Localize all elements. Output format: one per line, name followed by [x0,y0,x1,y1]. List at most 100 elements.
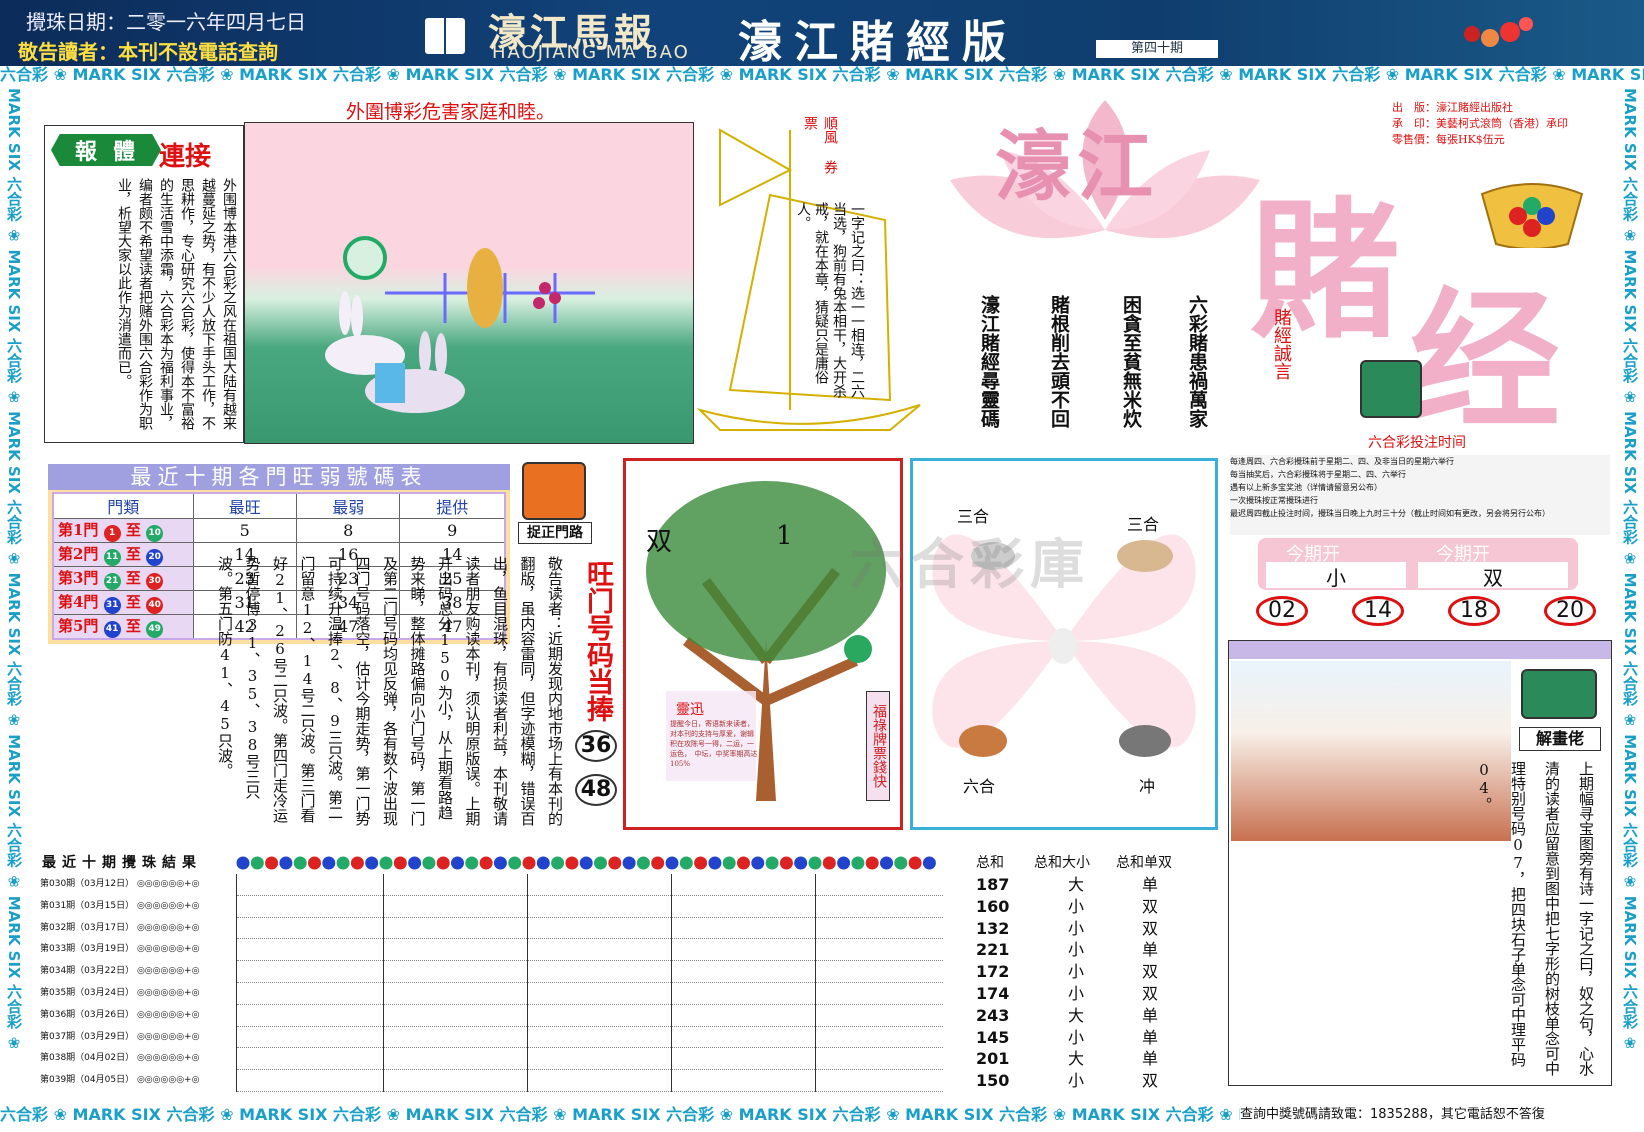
number-ball [922,856,936,870]
grid-divider [527,874,528,1092]
number-ball [551,856,565,870]
number-ball [779,856,793,870]
number-ball [579,856,593,870]
number-ball [822,856,836,870]
tip-title: 靈迅 [676,702,704,718]
rule-4: 一次攪珠按正常攪珠进行 [1230,496,1318,505]
riddle-stripe [1229,641,1611,659]
result-sum: 221 [976,940,1010,960]
number-ball [451,856,464,870]
result-grid-row [237,1005,943,1027]
col-parity-header: 总和单双 [1116,855,1172,871]
rule-3: 遇有以上新多宝奖池（详情请留意另公布） [1230,483,1382,492]
header-min: 最弱 [295,492,401,519]
result-parity: 单 [1142,1049,1159,1069]
result-summary-row: 160 小 双 [976,896,1206,918]
number-ball [293,856,307,870]
rules-list: 每逢周四、六合彩攪珠前于星期二、四、及非当日的星期六举行 每当抽奖后，六合彩攪珠… [1230,455,1610,535]
grid-divider [815,874,816,1092]
riddle-text: 上期幅寻宝图旁有诗一字记之曰，奴之句，心水清的读者应留意到图中把七字形的树枝单念… [1475,761,1595,1076]
number-ball [651,856,665,870]
notice-text: 本刊不設電話查詢 [118,40,278,64]
publisher-info: 出 版：濠江賭經出版社 承 印：美藝柯式滾筒（香港）承印 零售價：每張HK$伍元 [1392,100,1568,148]
predicted-ball: 02 [1256,596,1308,626]
watermark: 六合彩庫 [850,532,1090,596]
header-door: 門類 [52,492,194,519]
result-parity: 单 [1142,875,1159,894]
number-ball [393,856,407,870]
result-size: 小 [1068,962,1085,982]
article-box: 報 體 連接 外围博本港六合彩之风在祖国大陆有越来越蔓延之势，有不少人放下手头工… [44,125,244,443]
predicted-balls: 02 14 18 20 [1256,596,1596,626]
result-sum: 174 [976,983,1010,1003]
result-grid-row [237,983,943,1005]
tree-right-char: 1 [776,521,793,551]
lottery-balls-graphic [1464,17,1533,47]
result-parity: 双 [1142,896,1159,916]
poem-line-4: 濠江賭經尋靈碼 [978,295,1000,428]
number-ball [436,856,450,870]
zodiac-top-right: 三合 [1127,515,1160,534]
number-ball [493,856,507,870]
open-panel: 今期开 今期开 小 双 [1258,538,1578,590]
result-summary-row: 221 小 单 [976,939,1206,961]
result-parity: 双 [1142,962,1159,982]
results-title: 最近十期攪珠結果 [42,855,202,871]
open2-value: 双 [1418,562,1568,590]
timing-title: 六合彩投注时间 [1368,435,1466,451]
tree-side-label: 福祿牌票錢快 [866,691,890,801]
number-ball [722,856,736,870]
wang-label: 旺门号码当捧 [582,560,613,722]
result-issue: 第037期（03月29日） ◎◎◎◎◎◎+◎ [40,1031,200,1042]
result-size: 大 [1068,875,1085,894]
number-ball [508,856,522,870]
zodiac-panel: 三合 三合 六合 冲 [910,458,1218,830]
result-parity: 单 [1142,1005,1159,1025]
number-ball [365,856,379,870]
zodiac-bottom-right: 冲 [1139,777,1156,796]
result-size: 大 [1068,1005,1085,1025]
results-grid [236,874,943,1092]
tree-panel: 双 1 靈迅 提醒今日，寄语新来读者，对本刊的支持与厚爱，谢辑积在攻陈号一得，二… [623,458,903,830]
riddle-panel: 解畫佬 上期幅寻宝图旁有诗一字记之曰，奴之句，心水清的读者应留意到图中把七字形的… [1228,640,1612,1086]
result-issue: 第033期（03月19日） ◎◎◎◎◎◎+◎ [40,944,200,955]
notice-prefix: 敬告讀者： [18,40,118,64]
max-cell: 5 [192,518,297,543]
book-icon [425,18,465,54]
result-summary-row: 145 小 单 [976,1027,1206,1049]
number-ball [908,856,922,870]
open1-value: 小 [1266,562,1406,590]
result-issue: 第032期（03月17日） ◎◎◎◎◎◎+◎ [40,922,200,933]
number-ball [322,856,336,870]
result-summary-row: 150 小 双 [976,1070,1206,1092]
motto-label: 賭經誠言 [1271,308,1292,380]
number-ball [479,856,493,870]
results-summary: 187 大单 160 小双 132 小双 221 小单 172 小双 174 小双 243 大单 145 小单… [976,874,1206,1092]
draw-date: 攪珠日期：二零一六年四月七日 [26,10,306,34]
number-ball [265,856,279,870]
number-ball [851,856,865,870]
result-parity: 双 [1142,1071,1159,1091]
notice: 敬告讀者：本刊不設電話查詢 [18,36,278,65]
number-ball [694,856,708,870]
number-ball [608,856,622,870]
number-ball [536,856,550,870]
door-analysis: 敬告读者：近期发现内地市场上有本刊的翻版，虽内容雷同，但字迹模糊，错误百出，鱼目… [216,556,564,826]
number-ball [808,856,822,870]
result-size: 小 [1068,918,1085,938]
number-ball [894,856,908,870]
result-summary-row: 174 小 双 [976,983,1206,1005]
col-size-header: 总和大小 [1034,855,1090,871]
result-sum: 160 [976,896,1010,916]
predicted-ball: 20 [1544,596,1596,626]
poem-line-1: 六彩賭患禍萬家 [1186,295,1208,428]
article-tag-bg [51,134,161,166]
grid-divider [383,874,384,1092]
min-cell: 8 [295,518,401,543]
result-sum: 132 [976,918,1010,938]
number-ball [765,856,779,870]
poem-line-3: 賭根削去頭不回 [1048,295,1070,428]
result-issue: 第038期（04月02日） ◎◎◎◎◎◎+◎ [40,1053,200,1064]
number-ball [308,856,321,870]
number-ball [279,856,293,870]
